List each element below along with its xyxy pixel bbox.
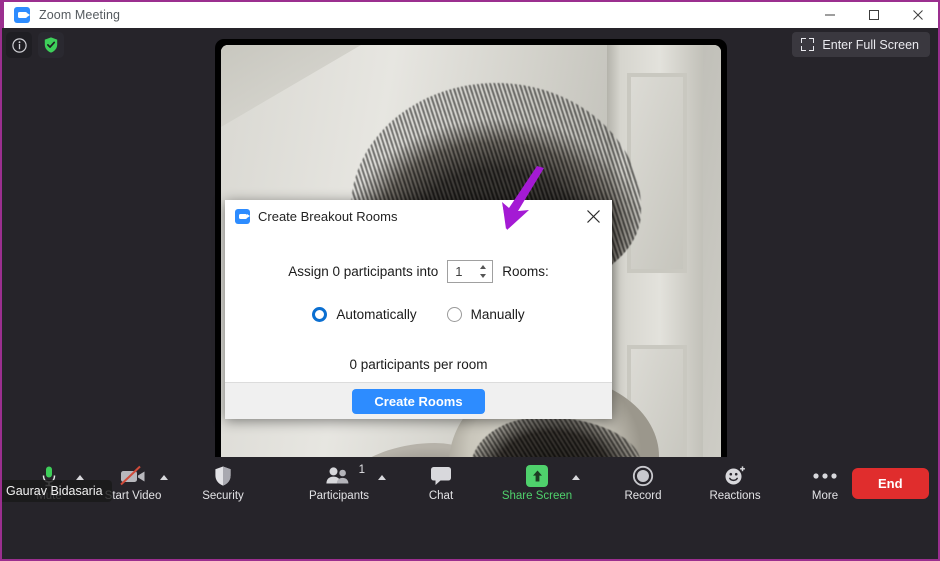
- stepper-arrows[interactable]: [477, 261, 492, 282]
- toolbar-label-security: Security: [202, 489, 244, 502]
- radio-dot-icon: [312, 307, 328, 322]
- chevron-up-icon: [572, 474, 580, 480]
- spinner-down-icon[interactable]: [480, 274, 487, 278]
- create-breakout-rooms-dialog: Create Breakout Rooms Assign 0 participa…: [225, 200, 612, 419]
- toolbar-button-reactions[interactable]: Reactions: [708, 457, 762, 509]
- info-icon[interactable]: [6, 32, 32, 58]
- participant-name-label: Gaurav Bidasaria: [2, 480, 112, 502]
- toolbar-label-start-video: Start Video: [104, 489, 162, 502]
- participants-per-room-text: 0 participants per room: [349, 357, 488, 372]
- end-meeting-button[interactable]: End: [852, 467, 929, 499]
- assign-participants-row: Assign 0 participants into 1 Rooms:: [241, 260, 596, 283]
- close-icon[interactable]: [574, 200, 612, 233]
- toolbar-button-share-screen[interactable]: Share Screen: [502, 457, 572, 509]
- dialog-title: Create Breakout Rooms: [258, 209, 398, 224]
- window-title: Zoom Meeting: [39, 8, 121, 22]
- toolbar-label-reactions: Reactions: [709, 489, 761, 502]
- assign-prefix-label: Assign 0 participants into: [288, 264, 439, 279]
- toolbar-button-participants[interactable]: 1 Participants: [308, 457, 370, 509]
- dialog-footer: Create Rooms: [225, 382, 612, 419]
- spinner-up-icon[interactable]: [480, 265, 487, 269]
- share-options-caret[interactable]: [572, 457, 580, 509]
- video-off-icon: [118, 465, 148, 487]
- chat-bubble-icon: [429, 465, 453, 487]
- toolbar-label-more: More: [811, 489, 839, 502]
- dialog-titlebar: Create Breakout Rooms: [225, 200, 612, 233]
- status-icon-group: [6, 32, 64, 58]
- rooms-count-value[interactable]: 1: [448, 264, 477, 279]
- green-shield-check-icon[interactable]: [38, 32, 64, 58]
- zoom-meeting-window: Zoom Meeting Enter Full Screen Gaurav Bi…: [0, 0, 940, 561]
- toolbar-label-chat: Chat: [428, 489, 454, 502]
- share-screen-icon: [526, 464, 548, 487]
- toolbar-label-share-screen: Share Screen: [501, 489, 573, 502]
- radio-automatically-label: Automatically: [336, 307, 417, 322]
- zoom-camera-icon: [235, 209, 250, 224]
- dialog-body: Assign 0 participants into 1 Rooms: Auto…: [225, 233, 612, 382]
- meeting-canvas: Enter Full Screen Gaurav Bidasaria Creat…: [2, 28, 938, 509]
- enter-full-screen-button[interactable]: Enter Full Screen: [792, 32, 930, 57]
- assignment-mode-radio-group: Automatically Manually: [241, 307, 596, 322]
- maximize-icon[interactable]: [852, 2, 896, 28]
- participants-options-caret[interactable]: [378, 457, 386, 509]
- toolbar-button-chat[interactable]: Chat: [414, 457, 468, 509]
- assign-suffix-label: Rooms:: [502, 264, 549, 279]
- meeting-toolbar: Mute Start Video: [2, 457, 938, 509]
- participants-icon: 1: [324, 464, 365, 487]
- chevron-up-icon: [378, 474, 386, 480]
- radio-dot-icon: [446, 307, 462, 322]
- rooms-count-stepper[interactable]: 1: [447, 260, 494, 283]
- reactions-smiley-icon: [723, 465, 747, 487]
- toolbar-button-start-video[interactable]: Start Video: [104, 457, 162, 509]
- toolbar-label-record: Record: [624, 489, 662, 502]
- expand-corners-icon: [801, 38, 815, 51]
- radio-manually[interactable]: Manually: [446, 307, 525, 322]
- video-options-caret[interactable]: [160, 457, 168, 509]
- record-circle-icon: [632, 465, 654, 487]
- toolbar-button-security[interactable]: Security: [196, 457, 250, 509]
- radio-manually-label: Manually: [470, 307, 525, 322]
- close-icon[interactable]: [896, 2, 938, 28]
- chevron-up-icon: [76, 474, 84, 480]
- chevron-up-icon: [160, 474, 168, 480]
- shield-icon: [213, 465, 233, 487]
- participants-count-badge: 1: [358, 463, 365, 476]
- window-titlebar: Zoom Meeting: [2, 0, 938, 28]
- more-dots-icon: [812, 465, 838, 487]
- toolbar-label-participants: Participants: [308, 489, 370, 502]
- minimize-icon[interactable]: [808, 2, 852, 28]
- toolbar-button-record[interactable]: Record: [616, 457, 670, 509]
- enter-full-screen-label: Enter Full Screen: [822, 37, 919, 52]
- create-rooms-button[interactable]: Create Rooms: [352, 388, 485, 414]
- radio-automatically[interactable]: Automatically: [312, 307, 417, 322]
- toolbar-button-more[interactable]: More: [798, 457, 852, 509]
- zoom-camera-icon: [14, 7, 30, 23]
